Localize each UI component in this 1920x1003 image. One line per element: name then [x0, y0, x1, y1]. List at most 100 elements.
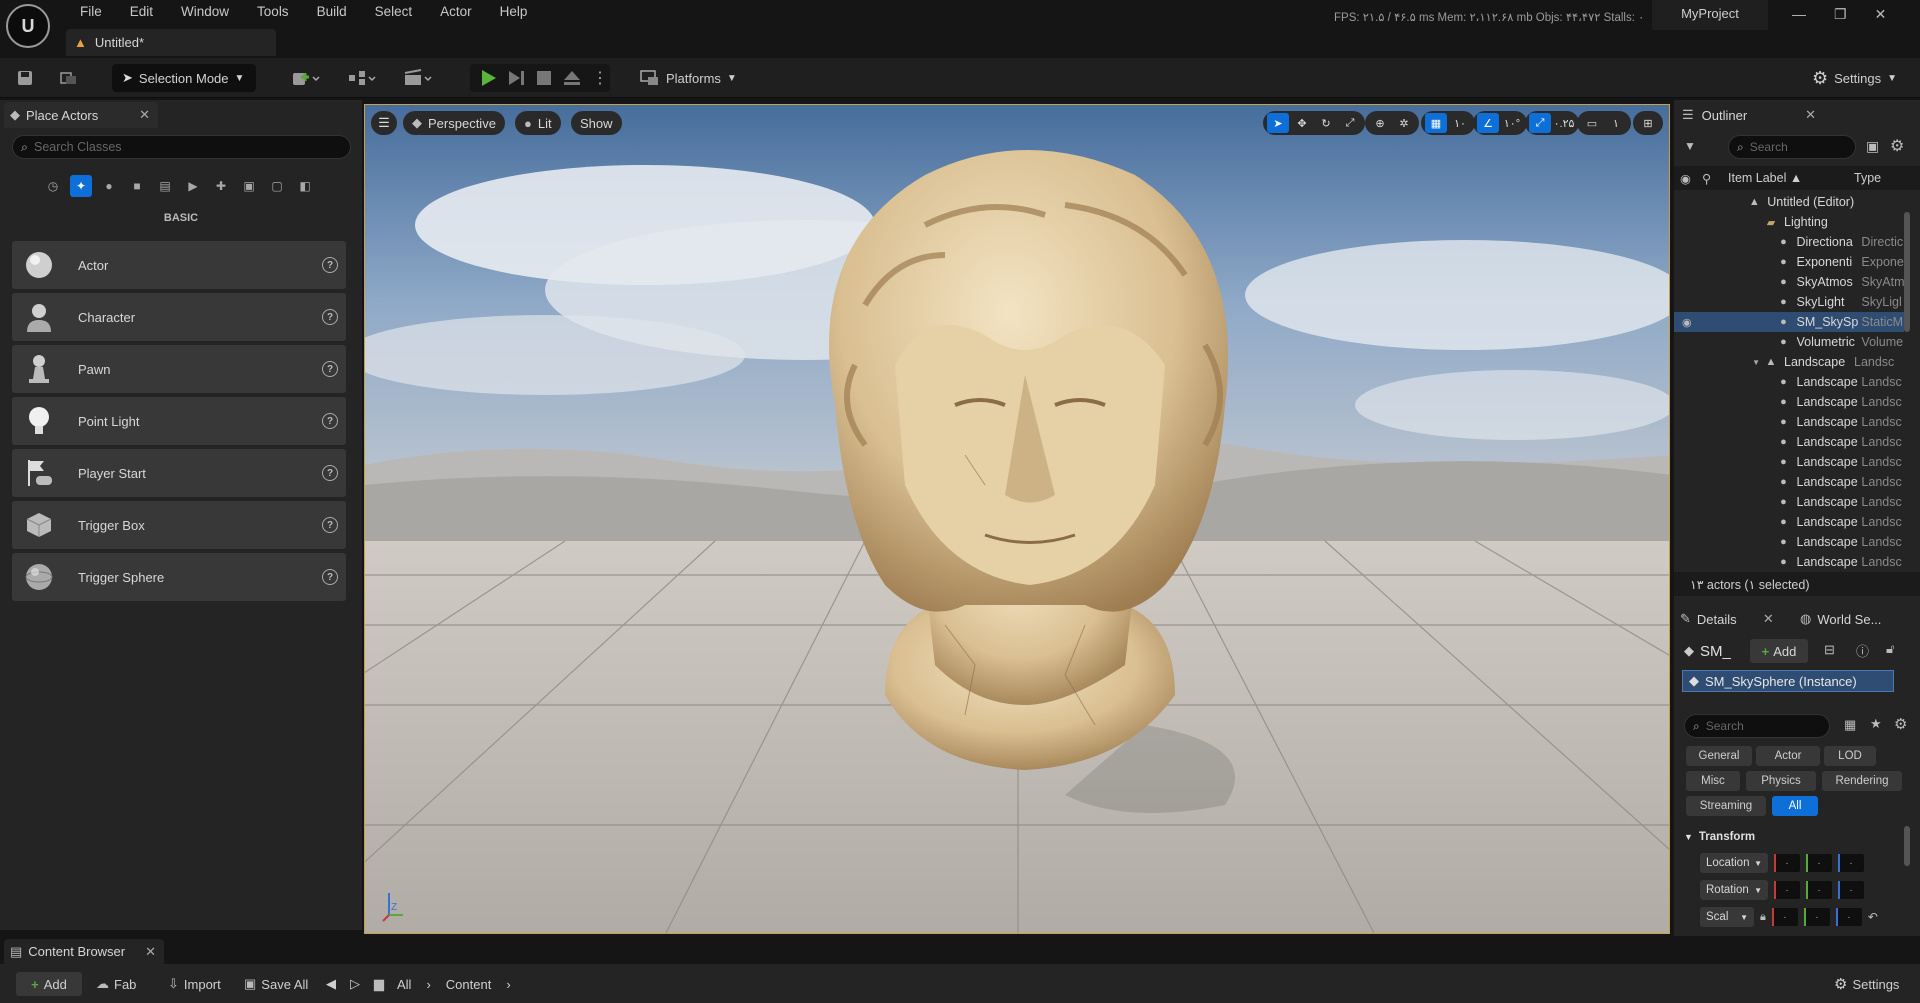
- play-icon[interactable]: [478, 68, 498, 88]
- settings-dropdown[interactable]: ⚙ Settings ▼: [1812, 64, 1897, 92]
- outliner-row[interactable]: ● SkyLight SkyLigl: [1674, 292, 1904, 312]
- add-component-button[interactable]: + Add: [1750, 639, 1808, 663]
- scale-x-field[interactable]: ۰: [1771, 908, 1798, 926]
- outliner-row[interactable]: ● SkyAtmos SkyAtm: [1674, 272, 1904, 292]
- actor-item-point-light[interactable]: Point Light ?: [12, 397, 346, 445]
- minimize-icon[interactable]: —: [1792, 6, 1806, 23]
- details-tab[interactable]: ✎ Details ✕: [1680, 606, 1774, 632]
- scale-snap-value[interactable]: ۰.۲۵: [1553, 113, 1575, 133]
- visibility-icon[interactable]: ◉: [1674, 316, 1701, 329]
- lights-icon[interactable]: ●: [98, 175, 120, 197]
- camera-speed-value[interactable]: ۱: [1605, 113, 1627, 133]
- rotation-y-field[interactable]: ۰: [1806, 881, 1832, 899]
- angle-snap-icon[interactable]: ∠: [1477, 113, 1499, 133]
- scale-z-field[interactable]: ۰: [1835, 908, 1862, 926]
- type-column[interactable]: Type: [1854, 171, 1881, 185]
- grid-snap-value[interactable]: ۱۰: [1449, 113, 1471, 133]
- recent-icon[interactable]: ◷: [42, 175, 64, 197]
- menu-select[interactable]: Select: [361, 3, 427, 21]
- menu-edit[interactable]: Edit: [116, 3, 167, 21]
- close-icon[interactable]: ✕: [139, 107, 150, 123]
- step-icon[interactable]: [506, 68, 526, 88]
- lit-button[interactable]: ● Lit: [515, 111, 561, 135]
- details-scrollbar[interactable]: [1904, 826, 1910, 866]
- favorites-icon[interactable]: ◧: [294, 175, 316, 197]
- scale-tool-icon[interactable]: ⤢: [1339, 113, 1361, 133]
- outliner-row[interactable]: ▼ ▲ Landscape Landsc: [1674, 352, 1904, 372]
- stop-icon[interactable]: [534, 68, 554, 88]
- menu-window[interactable]: Window: [167, 3, 243, 21]
- item-label-column[interactable]: Item Label ▲: [1728, 171, 1854, 185]
- angle-snap-value[interactable]: ۱۰°: [1501, 113, 1523, 133]
- visual-effects-icon[interactable]: ▶: [182, 175, 204, 197]
- outliner-tab[interactable]: ☰ Outliner ✕: [1676, 102, 1816, 128]
- rotation-dropdown[interactable]: Rotation ▼: [1700, 880, 1768, 900]
- table-view-icon[interactable]: ▦: [1844, 717, 1856, 733]
- location-dropdown[interactable]: Location ▼: [1700, 853, 1768, 873]
- visibility-icon[interactable]: ◉: [1680, 171, 1702, 186]
- camera-icon[interactable]: ▭: [1581, 113, 1603, 133]
- cinematics-icon[interactable]: [398, 68, 438, 88]
- move-tool-icon[interactable]: ✥: [1291, 113, 1313, 133]
- actor-item-character[interactable]: Character ?: [12, 293, 346, 341]
- reset-icon[interactable]: ↶: [1868, 910, 1878, 924]
- location-x-field[interactable]: ۰: [1774, 854, 1800, 872]
- rotation-x-field[interactable]: ۰: [1774, 881, 1800, 899]
- history-forward-icon[interactable]: ▷: [350, 972, 360, 996]
- help-icon[interactable]: ⓘ: [1856, 641, 1869, 660]
- pin-icon[interactable]: ⚲: [1702, 171, 1722, 186]
- content-settings-button[interactable]: ⚙ Settings: [1834, 972, 1899, 996]
- menu-actor[interactable]: Actor: [426, 3, 486, 21]
- eject-icon[interactable]: [562, 68, 582, 88]
- fab-button[interactable]: ☁ Fab: [96, 972, 136, 996]
- blueprint-icon[interactable]: [342, 68, 382, 88]
- help-icon[interactable]: ?: [322, 465, 338, 481]
- actor-item-trigger-box[interactable]: Trigger Box ?: [12, 501, 346, 549]
- outliner-row[interactable]: ● Landscape Landsc: [1674, 392, 1904, 412]
- unreal-logo[interactable]: U: [6, 4, 50, 48]
- outliner-row[interactable]: ● Landscape Landsc: [1674, 372, 1904, 392]
- content-browser-tab[interactable]: ▤ Content Browser ✕: [4, 939, 164, 964]
- outliner-row[interactable]: ● Landscape Landsc: [1674, 432, 1904, 452]
- filter-all[interactable]: All: [1772, 796, 1818, 816]
- outliner-row[interactable]: ● Directiona Directic: [1674, 232, 1904, 252]
- filter-actor[interactable]: Actor: [1756, 746, 1820, 766]
- gear-icon[interactable]: ⚙: [1894, 715, 1907, 733]
- volumes-icon[interactable]: ▣: [238, 175, 260, 197]
- outliner-scrollbar[interactable]: [1904, 212, 1910, 332]
- outliner-row[interactable]: ● Landscape Landsc: [1674, 492, 1904, 512]
- outliner-row[interactable]: ▲ Untitled (Editor): [1674, 192, 1904, 212]
- help-icon[interactable]: ?: [322, 361, 338, 377]
- transform-section-header[interactable]: ▼ Transform: [1674, 826, 1904, 848]
- show-button[interactable]: Show: [571, 111, 622, 135]
- world-settings-tab[interactable]: ◍ World Se...: [1800, 606, 1881, 632]
- outliner-row[interactable]: ▰ Lighting: [1674, 212, 1904, 232]
- cinematic-icon[interactable]: ▤: [154, 175, 176, 197]
- star-icon[interactable]: ★: [1870, 716, 1882, 732]
- shapes-icon[interactable]: ■: [126, 175, 148, 197]
- viewport-menu-button[interactable]: ☰: [371, 111, 397, 135]
- close-icon[interactable]: ✕: [145, 944, 156, 960]
- menu-help[interactable]: Help: [486, 3, 542, 21]
- geometry-icon[interactable]: ✚: [210, 175, 232, 197]
- filter-lod[interactable]: LOD: [1824, 746, 1876, 766]
- actor-item-player-start[interactable]: Player Start ?: [12, 449, 346, 497]
- filter-general[interactable]: General: [1686, 746, 1752, 766]
- more-options-icon[interactable]: ⋮: [592, 68, 608, 88]
- filter-icon[interactable]: ▼: [1684, 139, 1696, 153]
- actor-item-actor[interactable]: Actor ?: [12, 241, 346, 289]
- level-tab[interactable]: ▲ Untitled*: [66, 29, 276, 56]
- outliner-row[interactable]: ● Landscape Landsc: [1674, 512, 1904, 532]
- help-icon[interactable]: ?: [322, 413, 338, 429]
- add-folder-icon[interactable]: ▣: [1866, 138, 1879, 155]
- save-icon[interactable]: [14, 68, 36, 88]
- place-actors-tab[interactable]: ◆ Place Actors ✕: [4, 102, 158, 128]
- gear-icon[interactable]: ⚙: [1890, 136, 1904, 156]
- details-search-input[interactable]: ⌕ Search: [1684, 714, 1830, 738]
- add-actor-icon[interactable]: [286, 68, 326, 88]
- filter-rendering[interactable]: Rendering: [1822, 771, 1902, 791]
- outliner-row[interactable]: ● Volumetric Volume: [1674, 332, 1904, 352]
- close-icon[interactable]: ✕: [1805, 107, 1816, 123]
- help-icon[interactable]: ?: [322, 569, 338, 585]
- surface-snap-icon[interactable]: ✲: [1393, 113, 1415, 133]
